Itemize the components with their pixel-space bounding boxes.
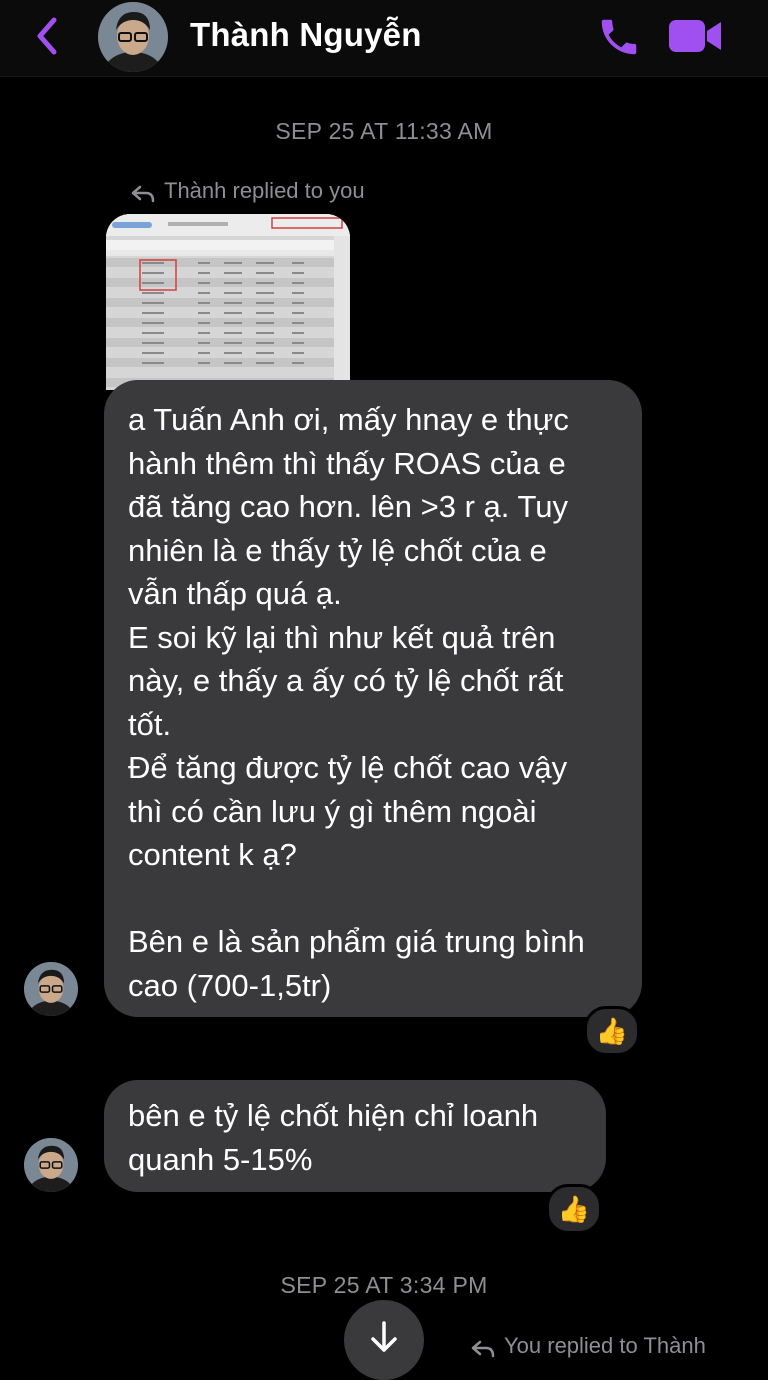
message-line: hành thêm thì thấy ROAS của e: [128, 445, 566, 481]
message-line: content k ạ?: [128, 837, 297, 872]
message-line: đã tăng cao hơn. lên >3 r ạ. Tuy: [128, 489, 568, 524]
avatar[interactable]: [98, 2, 168, 72]
message-line: E soi kỹ lại thì như kết quả trên: [128, 619, 556, 655]
message-line: quanh 5-15%: [128, 1141, 313, 1177]
arrow-down-icon: [371, 1321, 397, 1352]
message-bubble[interactable]: a Tuấn Anh ơi, mấy hnay e thực hành thêm…: [104, 380, 642, 1017]
replied-image-thumbnail[interactable]: [106, 214, 350, 390]
avatar[interactable]: [24, 962, 78, 1016]
message-line: nhiên là e thấy tỷ lệ chốt của e: [128, 532, 547, 568]
message-bubble[interactable]: bên e tỷ lệ chốt hiện chỉ loanh quanh 5-…: [104, 1080, 606, 1192]
message-line: vẫn thấp quá ạ.: [128, 576, 342, 611]
reaction-thumbs-up-icon[interactable]: 👍: [584, 1006, 640, 1056]
phone-icon[interactable]: [596, 14, 642, 60]
scroll-down-button[interactable]: [344, 1300, 424, 1380]
chevron-left-icon[interactable]: [30, 14, 66, 58]
message-line: này, e thấy a ấy có tỷ lệ chốt rất: [128, 663, 564, 698]
timestamp: SEP 25 AT 3:34 PM: [280, 1272, 488, 1298]
reply-indicator-text: You replied to Thành: [504, 1333, 706, 1358]
message-line: Để tăng được tỷ lệ chốt cao vậy: [128, 750, 568, 785]
reply-indicator-text: Thành replied to you: [164, 178, 365, 203]
reaction-thumbs-up-icon[interactable]: 👍: [546, 1184, 602, 1234]
message-line: thì có cần lưu ý gì thêm ngoài: [128, 793, 537, 829]
reply-arrow-icon: [130, 183, 156, 203]
message-line: a Tuấn Anh ơi, mấy hnay e thực: [128, 402, 569, 437]
reply-indicator: Thành replied to you: [130, 178, 365, 204]
reply-arrow-icon: [470, 1338, 496, 1358]
message-line: Bên e là sản phẩm giá trung bình: [128, 924, 585, 959]
message-line: bên e tỷ lệ chốt hiện chỉ loanh: [128, 1098, 539, 1133]
avatar[interactable]: [24, 1138, 78, 1192]
reply-indicator: You replied to Thành: [470, 1333, 706, 1359]
message-line: tốt.: [128, 706, 172, 742]
contact-name[interactable]: Thành Nguyễn: [190, 16, 422, 54]
chat-header: Thành Nguyễn: [0, 0, 768, 77]
message-line: cao (700-1,5tr): [128, 967, 332, 1003]
video-camera-icon[interactable]: [667, 16, 723, 56]
timestamp: SEP 25 AT 11:33 AM: [275, 118, 493, 144]
